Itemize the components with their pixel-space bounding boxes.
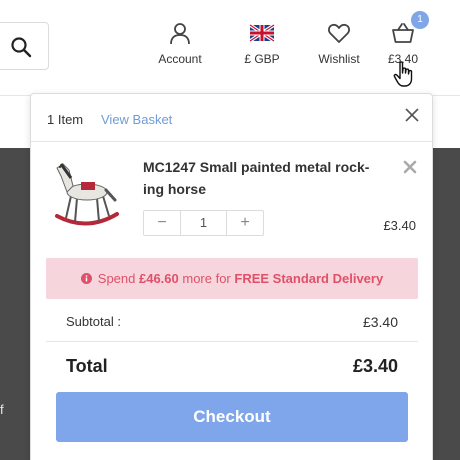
currency-selector[interactable]: £ GBP: [236, 20, 288, 66]
total-row: Total £3.40: [46, 344, 418, 386]
close-icon[interactable]: [403, 106, 421, 124]
cart-line-item: MC1247 Small painted metal rock-ing hors…: [31, 142, 432, 256]
heart-icon: [328, 23, 350, 43]
search-icon: [11, 37, 32, 58]
subtotal-row: Subtotal : £3.40: [46, 300, 418, 342]
delivery-prefix: Spend: [97, 271, 139, 286]
delivery-offer: FREE Standard Delivery: [234, 271, 384, 286]
delivery-amount: £46.60: [138, 271, 179, 286]
checkout-button[interactable]: Checkout: [56, 392, 408, 442]
basket-count-badge: 1: [411, 11, 429, 29]
info-icon: [80, 273, 92, 284]
uk-flag-icon: [249, 23, 275, 43]
quantity-input[interactable]: 1: [181, 211, 226, 235]
overlay-edge-text: f: [0, 402, 4, 417]
quantity-increase-button[interactable]: +: [226, 211, 263, 235]
wishlist-label: Wishlist: [318, 52, 360, 66]
subtotal-label: Subtotal :: [66, 314, 121, 329]
mini-cart-dropdown: 1 Item View Basket MC1247 Small painted …: [30, 93, 433, 460]
currency-label: £ GBP: [244, 52, 280, 66]
product-title[interactable]: MC1247 Small painted metal rock-ing hors…: [143, 156, 383, 200]
account-link[interactable]: Account: [152, 20, 208, 66]
wishlist-link[interactable]: Wishlist: [311, 20, 367, 66]
view-basket-link[interactable]: View Basket: [101, 112, 172, 127]
free-delivery-notice: Spend £46.60 more for FREE Standard Deli…: [46, 258, 418, 299]
account-icon: [170, 23, 190, 45]
site-header: Account £ GBP Wishlist £3.40 1: [0, 0, 460, 96]
hand-cursor-icon: [393, 61, 413, 87]
line-item-price: £3.40: [383, 218, 416, 233]
quantity-stepper: − 1 +: [143, 210, 264, 236]
item-count: 1 Item: [47, 112, 84, 127]
remove-icon[interactable]: [403, 160, 417, 174]
product-image[interactable]: [49, 156, 125, 232]
account-label: Account: [158, 52, 202, 66]
mini-cart-header: 1 Item View Basket: [31, 94, 432, 142]
delivery-middle: more for: [178, 271, 235, 286]
subtotal-value: £3.40: [362, 314, 398, 330]
total-value: £3.40: [352, 356, 398, 376]
quantity-decrease-button[interactable]: −: [144, 211, 181, 235]
total-label: Total: [66, 356, 108, 376]
search-button[interactable]: [0, 22, 49, 70]
